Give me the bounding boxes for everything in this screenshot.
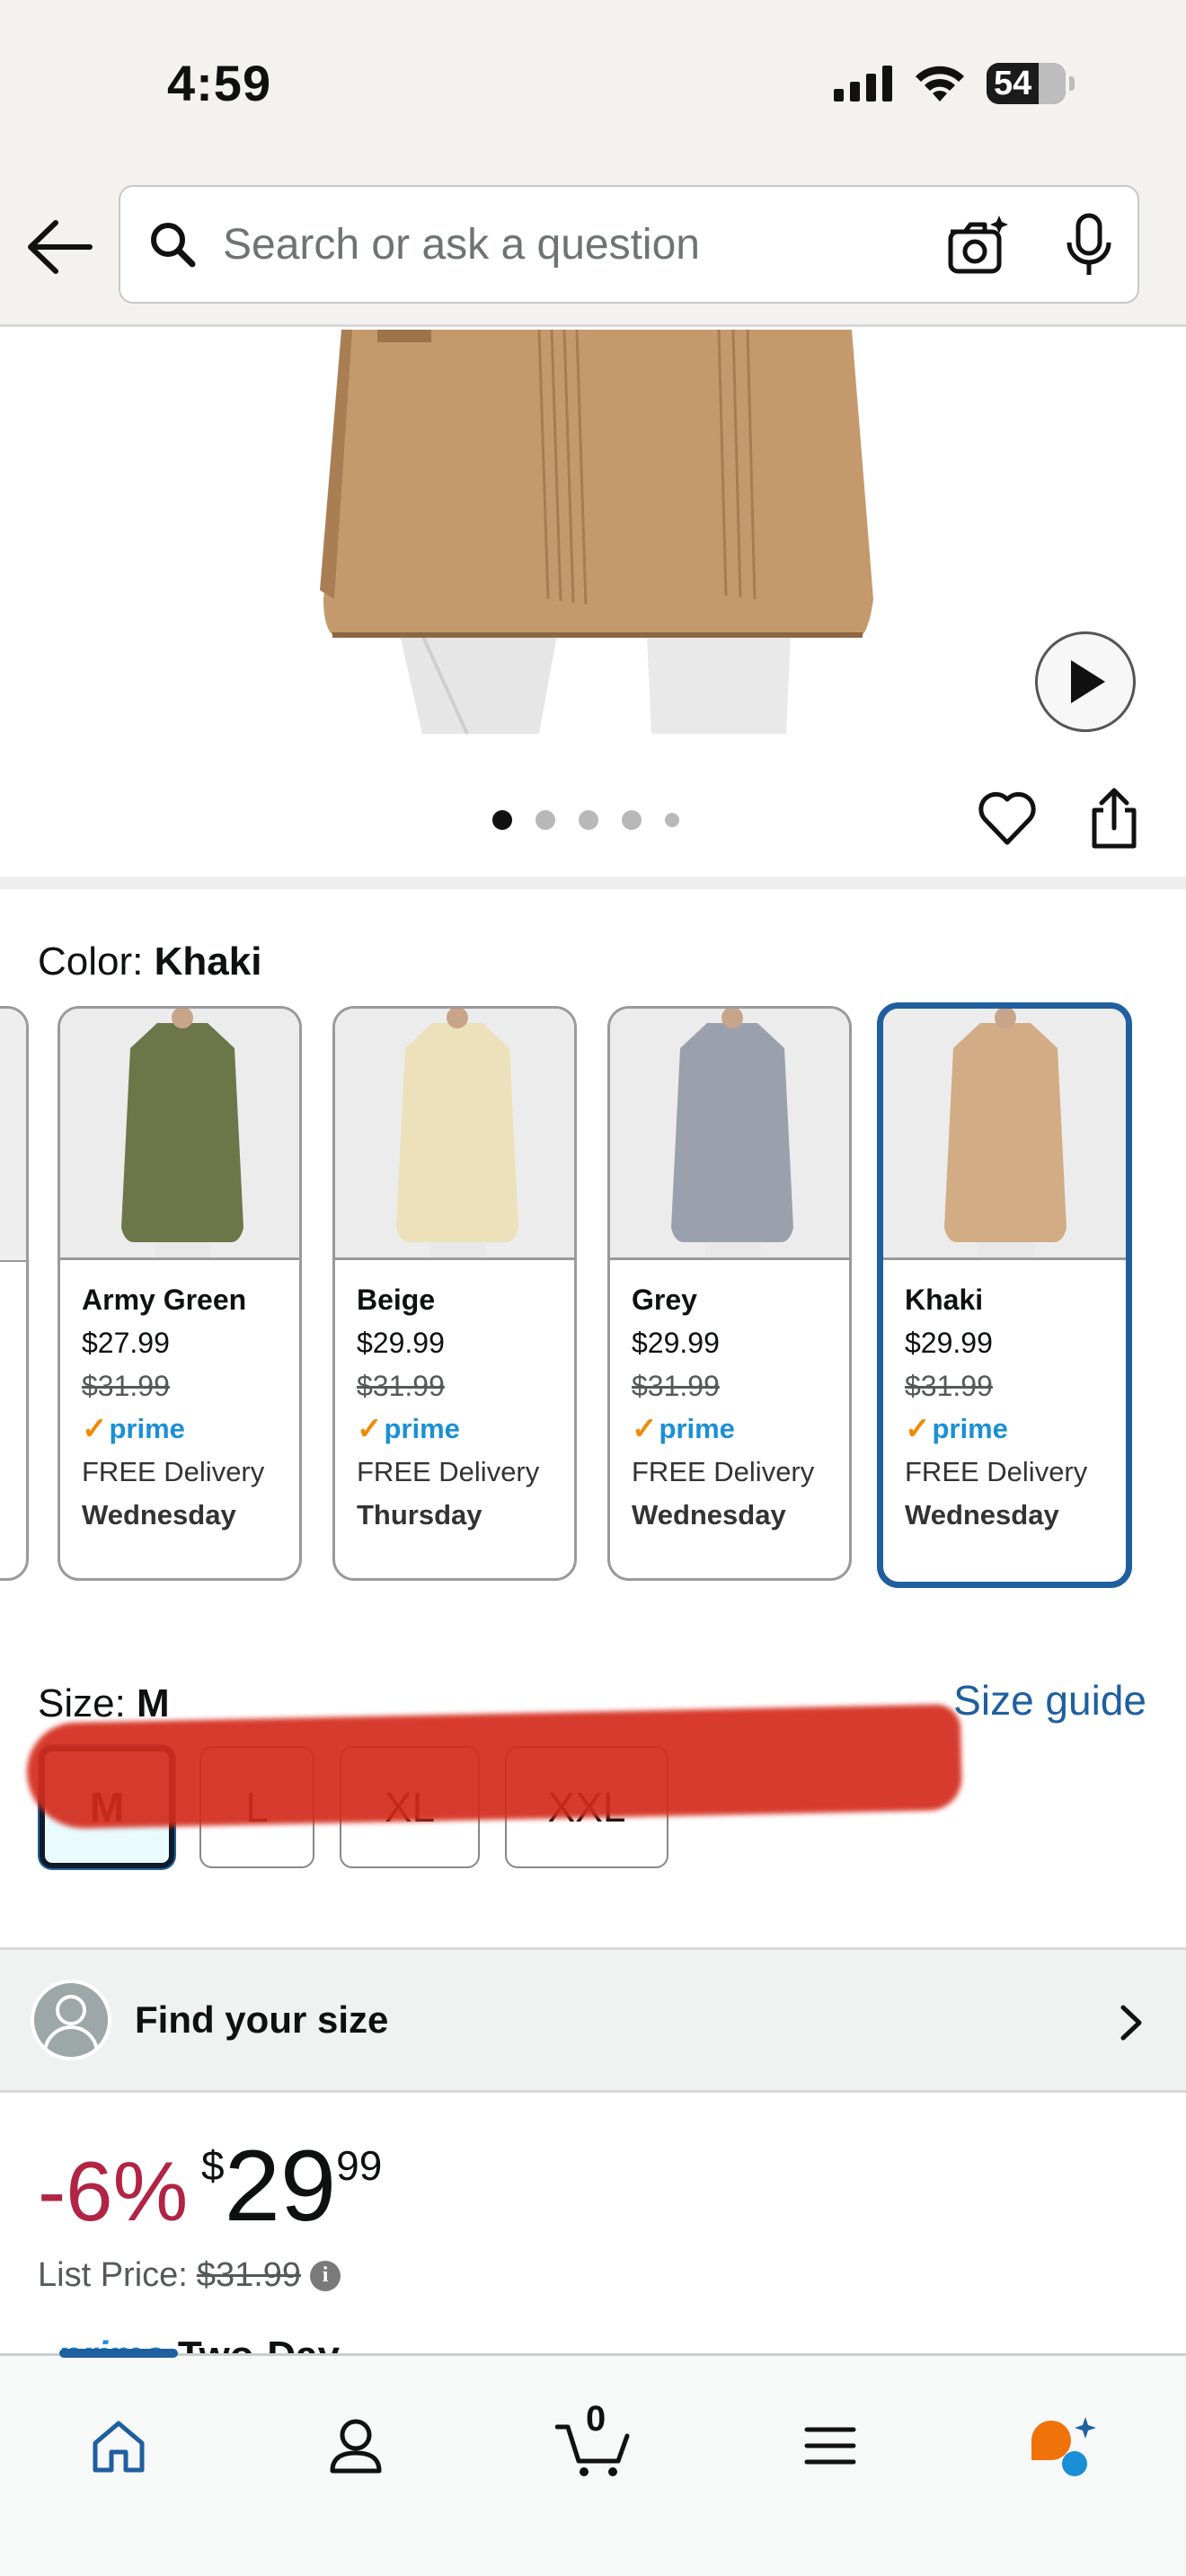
color-option-price: $29.99 [357,1327,445,1359]
search-placeholder: Search or ask a question [223,220,700,269]
share-icon[interactable] [1089,787,1139,850]
color-option-name: Khaki [905,1284,984,1316]
prime-badge-text: prime [109,1413,185,1444]
battery-level: 54 [994,64,1032,102]
cart-count: 0 [586,2399,606,2439]
price-currency: $ [201,2142,225,2189]
battery-icon: 54 [987,63,1066,104]
color-option-beige[interactable]: Beige $29.99 $31.99 ✓ prime FREE Delivery… [332,1006,577,1581]
color-option-image [335,1009,574,1260]
color-label-prefix: Color: [38,940,155,984]
nav-assistant[interactable] [1021,2403,1107,2489]
color-option-image [60,1009,299,1260]
microphone-icon[interactable] [1062,212,1116,278]
red-scribble-annotation [25,1704,963,1830]
list-price-value: $31.99 [196,2256,302,2294]
color-option-delivery-day: Wednesday [632,1499,786,1531]
color-option-list-price: $31.99 [357,1370,445,1402]
person-icon [330,2419,382,2474]
color-swatch-list[interactable]: Army Green $27.99 $31.99 ✓ prime FREE Del… [0,1002,1186,1592]
color-option-image [883,1009,1126,1260]
avatar-icon [31,1980,111,2060]
color-option-delivery: FREE Delivery [905,1456,1088,1487]
prime-badge: ✓ prime [82,1407,299,1451]
color-option-delivery-day: Thursday [357,1499,482,1531]
size-label: Size: M [38,1681,170,1726]
price-whole: 29 [224,2130,337,2242]
info-icon[interactable]: i [310,2260,341,2291]
prime-badge-text: prime [659,1413,735,1444]
carousel-dots[interactable] [492,810,679,830]
camera-search-icon[interactable] [945,214,1010,278]
nav-account[interactable] [313,2403,399,2489]
product-image-carousel[interactable] [0,330,1186,747]
menu-icon [804,2427,856,2465]
status-icons: 54 [834,63,1075,104]
color-option-list-price: $31.99 [632,1370,720,1402]
color-option-list-price: $31.99 [905,1370,993,1402]
status-time: 4:59 [167,55,272,111]
list-price: List Price: $31.99 i [38,2256,341,2295]
color-option-delivery-day: Wednesday [905,1499,1059,1531]
home-icon [93,2421,145,2473]
back-arrow-icon[interactable] [25,216,93,278]
heart-icon[interactable] [978,790,1037,846]
color-selected-value: Khaki [154,940,262,984]
header: 4:59 54 Search or ask a question [0,0,1186,327]
play-icon [1071,660,1105,703]
prime-badge-text: prime [932,1413,1008,1444]
color-option-list-price: $31.99 [82,1370,170,1402]
prime-badge: ✓ prime [357,1407,574,1451]
size-guide-link[interactable]: Size guide [953,1676,1146,1725]
color-option-delivery: FREE Delivery [632,1456,815,1487]
chevron-right-icon [1120,2005,1142,2041]
color-option-image [610,1009,849,1260]
signal-icon [834,66,892,101]
list-price-label: List Price: [38,2256,188,2294]
wifi-icon [916,66,964,101]
prime-badge-text: prime [384,1413,460,1444]
color-option-name: Beige [357,1284,436,1316]
color-option-khaki[interactable]: Khaki $29.99 $31.99 ✓ prime FREE Delivery… [877,1002,1132,1588]
battery-tip [1069,76,1075,91]
bottom-nav: 0 [0,2349,1186,2576]
discount-percent: -6% [38,2144,189,2238]
active-tab-indicator [59,2349,178,2358]
nav-home[interactable] [75,2403,162,2489]
color-option-partial[interactable] [0,1006,29,1581]
find-your-size-label: Find your size [135,1998,389,2041]
carousel-dot[interactable] [535,810,555,830]
size-label-prefix: Size: [38,1681,137,1725]
color-option-price: $29.99 [905,1327,993,1359]
assistant-chat-icon [1031,2417,1096,2476]
color-option-delivery: FREE Delivery [357,1456,540,1487]
prime-badge: ✓ prime [632,1407,849,1451]
color-option-name: Grey [632,1284,697,1316]
product-image [0,330,1186,747]
color-option-name: Army Green [82,1284,247,1316]
price-fraction: 99 [336,2142,383,2189]
carousel-dot[interactable] [665,813,679,827]
color-option-price: $29.99 [632,1327,720,1359]
nav-cart[interactable]: 0 [550,2399,636,2489]
color-option-grey[interactable]: Grey $29.99 $31.99 ✓ prime FREE Delivery … [607,1006,852,1581]
color-option-delivery: FREE Delivery [82,1456,265,1487]
carousel-dot[interactable] [492,810,512,830]
color-option-price: $27.99 [82,1327,170,1359]
price: $ 29 99 [201,2134,382,2238]
color-label: Color: Khaki [38,940,261,984]
carousel-dot[interactable] [579,810,598,830]
search-icon [151,223,196,268]
find-your-size-row[interactable]: Find your size [0,1947,1186,2093]
search-bar[interactable]: Search or ask a question [119,185,1139,304]
play-video-button[interactable] [1035,631,1136,732]
nav-menu[interactable] [787,2403,873,2489]
color-option-army-green[interactable]: Army Green $27.99 $31.99 ✓ prime FREE Del… [58,1006,302,1581]
color-option-delivery-day: Wednesday [82,1499,236,1531]
size-selected-value: M [137,1681,170,1725]
carousel-controls [0,747,1186,889]
carousel-dot[interactable] [622,810,642,830]
prime-badge: ✓ prime [905,1407,1126,1451]
